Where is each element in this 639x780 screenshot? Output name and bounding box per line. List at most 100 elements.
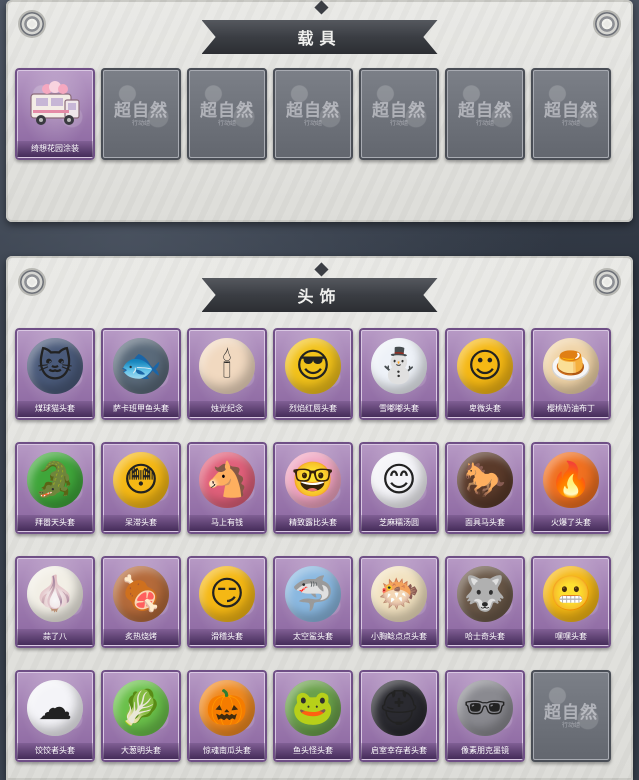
headwear-tile[interactable]: 🐸 鱼头怪头套 [273, 670, 353, 762]
locked-tile[interactable]: 超自然 行动组 [101, 68, 181, 160]
teeth-emoji-head-icon: 😬 [543, 566, 599, 622]
headwear-label: 烛光纪念 [189, 401, 265, 417]
headwear-tile[interactable]: ☁ 饺饺者头套 [15, 670, 95, 762]
watermark-sub: 行动组 [475, 120, 495, 127]
vehicle-tile[interactable]: 绮想花园涂装 [15, 68, 95, 160]
watermark-sub: 行动组 [131, 120, 151, 127]
headwear-tile[interactable]: 🐎 面具马头套 [445, 442, 525, 534]
section-title-headwear: 头饰 [201, 278, 438, 312]
locked-tile[interactable]: 超自然 行动组 [531, 670, 611, 762]
headwear-tile[interactable]: 😊 芝麻糯汤圆 [359, 442, 439, 534]
vehicle-label: 绮想花园涂装 [17, 141, 93, 157]
headwear-tile[interactable]: ⛑ 启室幸存者头套 [359, 670, 439, 762]
headwear-label: 炙热烧烤 [103, 629, 179, 645]
shy-emoji-head-icon: ☺ [457, 338, 513, 394]
corner-ornament-icon [595, 12, 619, 36]
fish-head-icon: 🐟 [113, 338, 169, 394]
yellow-lips-head-icon: 😎 [285, 338, 341, 394]
headwear-label: 鱼头怪头套 [275, 743, 351, 759]
headwear-label: 煤球猫头套 [17, 401, 93, 417]
headwear-tile[interactable]: 🐟 萨卡班甲鱼头套 [101, 328, 181, 420]
horse-mask-icon: 🐎 [457, 452, 513, 508]
headwear-tile[interactable]: 🐊 拜嚣天头套 [15, 442, 95, 534]
headwear-label: 大葱明头套 [103, 743, 179, 759]
watermark-sub: 行动组 [303, 120, 323, 127]
banner-ornament-icon [313, 0, 329, 15]
fire-head-icon: 🔥 [543, 452, 599, 508]
headwear-label: 哈士奇头套 [447, 629, 523, 645]
fish-monster-head-icon: 🐸 [285, 680, 341, 736]
headwear-tile[interactable]: 🥬 大葱明头套 [101, 670, 181, 762]
headwear-grid: 🐱 煤球猫头套 🐟 萨卡班甲鱼头套 🕯 烛光纪念 😎 烈焰红唇头套 ⛄ 雪嘟嘟头套 ☺ 卑微头套 🍮 樱桃… [15, 328, 611, 762]
gas-mask-helmet-icon: ⛑ [371, 680, 427, 736]
headwear-tile[interactable]: 🔥 火爆了头套 [531, 442, 611, 534]
headwear-label: 嘿嘿头套 [533, 629, 609, 645]
headwear-label: 雪嘟嘟头套 [361, 401, 437, 417]
crocodile-head-icon: 🐊 [27, 452, 83, 508]
headwear-tile[interactable]: 🕯 烛光纪念 [187, 328, 267, 420]
headwear-label: 精致露比头套 [275, 515, 351, 531]
watermark-sub: 行动组 [389, 120, 409, 127]
pudding-head-icon: 🍮 [543, 338, 599, 394]
headwear-tile[interactable]: 🎃 惊魂南瓜头套 [187, 670, 267, 762]
headwear-label: 面具马头套 [447, 515, 523, 531]
headwear-label: 惊魂南瓜头套 [189, 743, 265, 759]
headwear-label: 烈焰红唇头套 [275, 401, 351, 417]
headwear-tile[interactable]: 😳 呆滞头套 [101, 442, 181, 534]
headwear-label: 像素朋克墨镜 [447, 743, 523, 759]
pumpkin-head-icon: 🎃 [199, 680, 255, 736]
locked-tile[interactable]: 超自然 行动组 [531, 68, 611, 160]
headwear-tile[interactable]: ☺ 卑微头套 [445, 328, 525, 420]
headwear-tile[interactable]: 🐱 煤球猫头套 [15, 328, 95, 420]
headwear-tile[interactable]: 🐡 小胸鲶点点头套 [359, 556, 439, 648]
locked-tile[interactable]: 超自然 行动组 [273, 68, 353, 160]
bok-choy-head-icon: 🥬 [113, 680, 169, 736]
corner-ornament-icon [20, 270, 44, 294]
locked-tile[interactable]: 超自然 行动组 [187, 68, 267, 160]
headwear-label: 樱桃奶油布丁 [533, 401, 609, 417]
headwear-tile[interactable]: 😎 烈焰红唇头套 [273, 328, 353, 420]
headwear-label: 小胸鲶点点头套 [361, 629, 437, 645]
pixel-sunglasses-icon: 🕶 [457, 680, 513, 736]
ice-cream-truck-icon [30, 81, 80, 125]
husky-head-icon: 🐺 [457, 566, 513, 622]
locked-tile[interactable]: 超自然 行动组 [359, 68, 439, 160]
shark-head-icon: 🦈 [285, 566, 341, 622]
watermark-sub: 行动组 [561, 120, 581, 127]
headwear-label: 芝麻糯汤圆 [361, 515, 437, 531]
headwear-label: 饺饺者头套 [17, 743, 93, 759]
headwear-tile[interactable]: 🍮 樱桃奶油布丁 [531, 328, 611, 420]
headwear-label: 启室幸存者头套 [361, 743, 437, 759]
headwear-label: 太空鲨头套 [275, 629, 351, 645]
headwear-label: 萨卡班甲鱼头套 [103, 401, 179, 417]
headwear-tile[interactable]: 🍖 炙热烧烤 [101, 556, 181, 648]
stunned-emoji-head-icon: 😳 [113, 452, 169, 508]
locked-tile[interactable]: 超自然 行动组 [445, 68, 525, 160]
cloud-head-icon: ☁ [27, 680, 83, 736]
bbq-head-icon: 🍖 [113, 566, 169, 622]
headwear-label: 呆滞头套 [103, 515, 179, 531]
headwear-tile[interactable]: 🧄 蒜了八 [15, 556, 95, 648]
cat-head-icon: 🐱 [27, 338, 83, 394]
headwear-tile[interactable]: 🐴 马上有钱 [187, 442, 267, 534]
grin-emoji-head-icon: 😏 [199, 566, 255, 622]
headwear-tile[interactable]: 🦈 太空鲨头套 [273, 556, 353, 648]
headwear-label: 火爆了头套 [533, 515, 609, 531]
headwear-tile[interactable]: 😬 嘿嘿头套 [531, 556, 611, 648]
headwear-tile[interactable]: 🐺 哈士奇头套 [445, 556, 525, 648]
banner-ornament-icon [313, 262, 329, 277]
headwear-tile[interactable]: ⛄ 雪嘟嘟头套 [359, 328, 439, 420]
headwear-label: 卑微头套 [447, 401, 523, 417]
headwear-tile[interactable]: 🤓 精致露比头套 [273, 442, 353, 534]
pink-glasses-head-icon: 🤓 [285, 452, 341, 508]
corner-ornament-icon [595, 270, 619, 294]
headwear-tile[interactable]: 😏 滑稽头套 [187, 556, 267, 648]
headwear-tile[interactable]: 🕶 像素朋克墨镜 [445, 670, 525, 762]
headwear-label: 马上有钱 [189, 515, 265, 531]
dumpling-head-icon: 😊 [371, 452, 427, 508]
headwear-label: 滑稽头套 [189, 629, 265, 645]
snowman-head-icon: ⛄ [371, 338, 427, 394]
watermark-sub: 行动组 [217, 120, 237, 127]
garlic-head-icon: 🧄 [27, 566, 83, 622]
headwear-label: 蒜了八 [17, 629, 93, 645]
